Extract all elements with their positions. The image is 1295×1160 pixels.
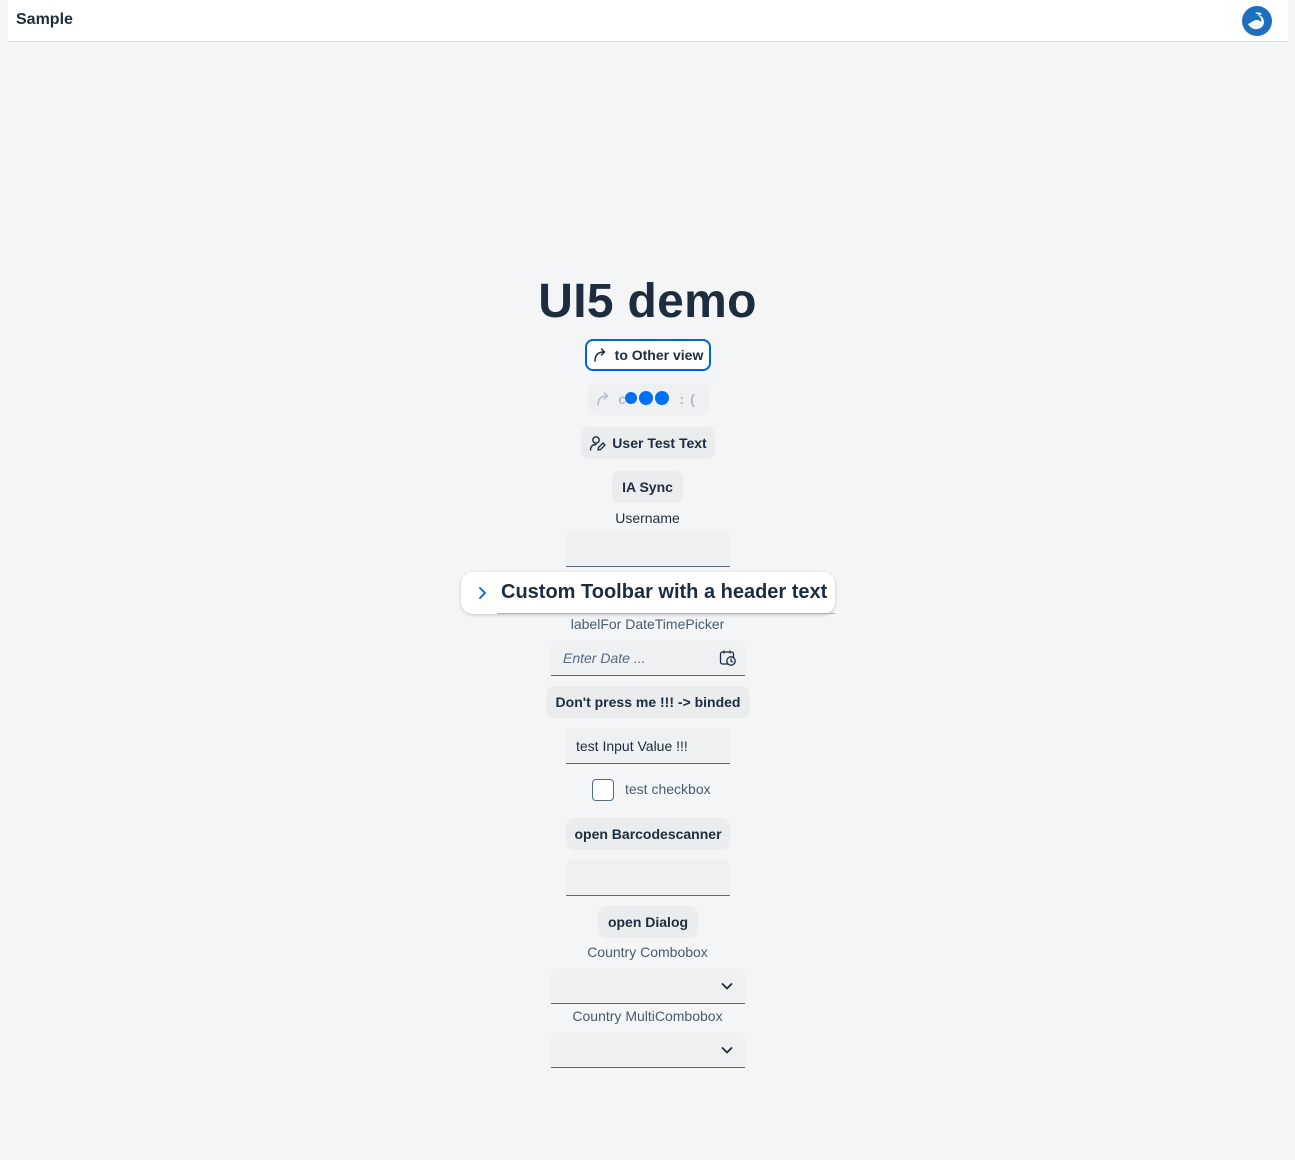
user-test-text-label: User Test Text <box>612 435 707 451</box>
chevron-right-icon <box>479 587 486 599</box>
barcode-result-input[interactable] <box>566 860 730 896</box>
user-test-text-button[interactable]: User Test Text <box>581 427 715 459</box>
open-dialog-button[interactable]: open Dialog <box>598 906 698 938</box>
open-barcodescanner-label: open Barcodescanner <box>574 826 722 842</box>
ia-sync-label: IA Sync <box>622 479 673 495</box>
main-page: UI5 demo to Other view c ck :( User Test… <box>0 0 1295 1160</box>
chevron-down-icon[interactable] <box>719 1042 735 1058</box>
open-dialog-label: open Dialog <box>607 914 689 930</box>
custom-toolbar[interactable]: Custom Toolbar with a header text <box>461 572 835 614</box>
forward-arrow-icon <box>593 348 605 362</box>
date-time-icon[interactable] <box>719 649 737 667</box>
username-label: Username <box>615 510 680 526</box>
chevron-down-icon[interactable] <box>719 978 735 994</box>
ia-sync-button[interactable]: IA Sync <box>612 471 683 503</box>
open-barcodescanner-button[interactable]: open Barcodescanner <box>566 818 730 850</box>
test-input[interactable]: test Input Value !!! <box>566 728 730 764</box>
username-input[interactable] <box>566 531 730 567</box>
dont-press-button[interactable]: Don't press me !!! -> binded <box>546 686 750 718</box>
country-multicombobox[interactable] <box>551 1032 745 1068</box>
busy-indicator <box>625 391 669 405</box>
to-other-view-label: to Other view <box>614 347 704 363</box>
to-other-view-button[interactable]: to Other view <box>585 339 711 371</box>
toolbar-header-text: Custom Toolbar with a header text <box>501 581 828 603</box>
page-title: UI5 demo <box>538 275 757 328</box>
forward-arrow-icon <box>597 392 609 406</box>
country-combobox[interactable] <box>551 968 745 1004</box>
country-combobox-label: Country Combobox <box>587 944 708 960</box>
busy-dot <box>625 392 637 404</box>
test-checkbox[interactable] <box>592 779 614 801</box>
busy-dot <box>655 391 669 405</box>
test-checkbox-label: test checkbox <box>625 781 711 797</box>
datetime-placeholder: Enter Date ... <box>563 649 646 666</box>
country-multicombobox-label: Country MultiCombobox <box>572 1008 723 1024</box>
toolbar-underline <box>497 613 835 614</box>
dont-press-label: Don't press me !!! -> binded <box>555 694 741 710</box>
test-input-value: test Input Value !!! <box>576 737 688 754</box>
datetime-label: labelFor DateTimePicker <box>570 616 725 632</box>
datetime-picker-input[interactable]: Enter Date ... <box>551 640 745 676</box>
user-edit-icon <box>590 435 606 451</box>
busy-dot <box>639 391 653 405</box>
